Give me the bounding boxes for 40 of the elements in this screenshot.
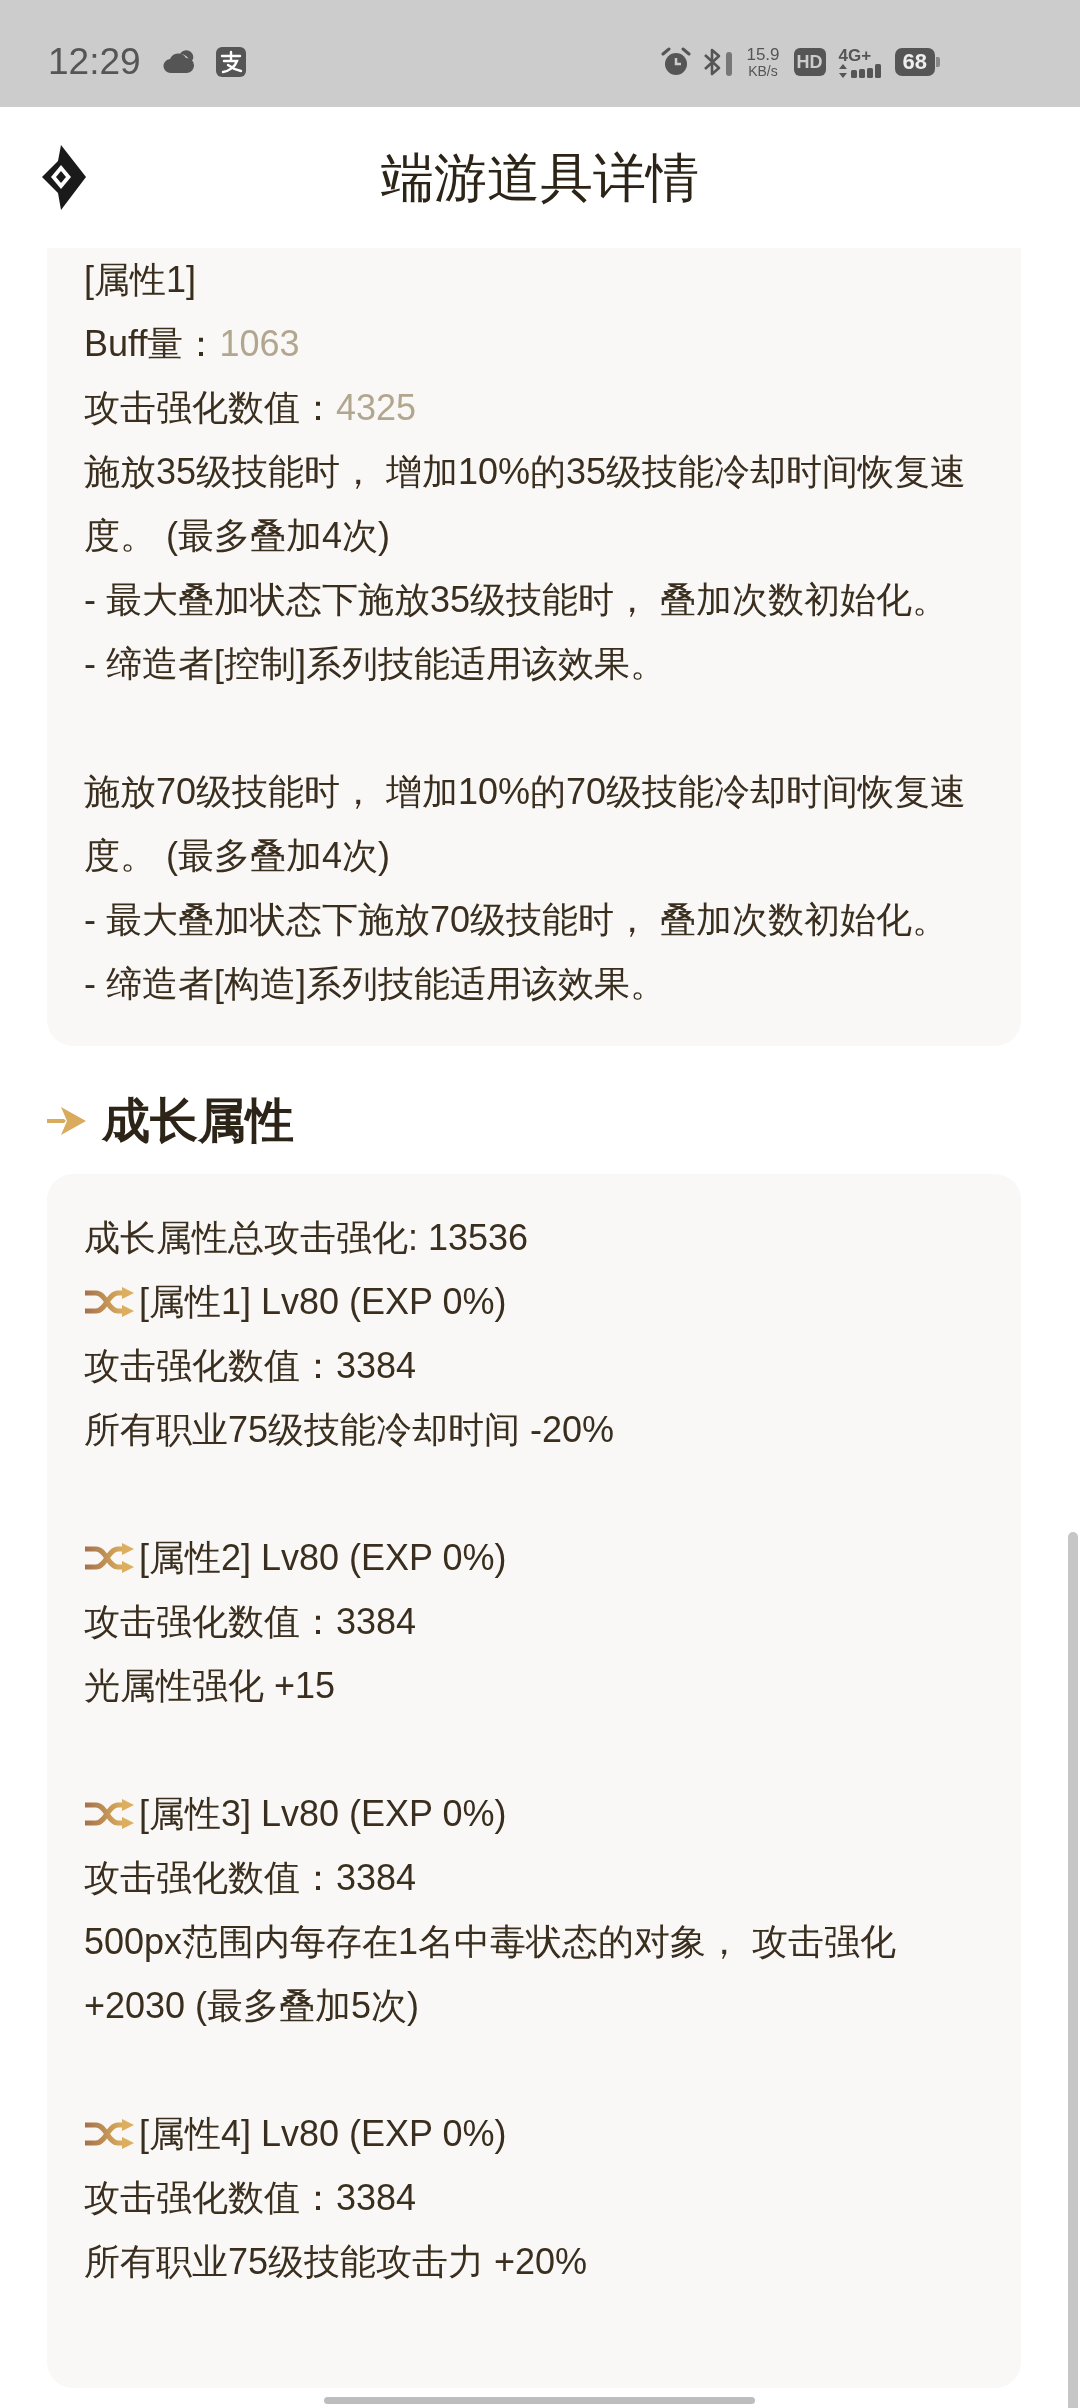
shuffle-icon — [84, 2119, 134, 2149]
attribute-text: 所有职业75级技能冷却时间 -20% — [84, 1408, 616, 1452]
attribute-title: [属性2] Lv80 (EXP 0%) — [139, 1536, 507, 1580]
card-text-line: - 最大叠加状态下施放35级技能时， 叠加次数初始化。 — [84, 578, 950, 622]
card-text-line: 施放35级技能时， 增加10%的35级技能冷却时间恢复速度。 (最多叠加4次) — [84, 450, 968, 558]
attribute-text: 攻击强化数值：3384 — [84, 2176, 418, 2220]
summary-text: 成长属性总攻击强化: 13536 — [84, 1216, 530, 1260]
battery-indicator: 68 — [894, 48, 940, 76]
attribute-title: [属性3] Lv80 (EXP 0%) — [139, 1792, 507, 1836]
shuffle-icon — [84, 1287, 134, 1317]
shuffle-icon — [84, 1543, 134, 1573]
stat-value: 4325 — [336, 386, 417, 430]
card-text-line: - 缔造者[控制]系列技能适用该效果。 — [84, 642, 667, 686]
hd-badge: HD — [793, 48, 826, 76]
shuffle-icon — [84, 1799, 134, 1829]
net-speed-unit: KB/s — [748, 62, 778, 79]
network-type: 4G+ — [838, 46, 872, 64]
status-time: 12:29 — [48, 40, 141, 84]
arrow-icon — [47, 1107, 86, 1135]
attribute-text: 所有职业75级技能攻击力 +20% — [84, 2240, 589, 2284]
card-text-line: [属性1] — [84, 258, 198, 302]
alarm-icon — [661, 47, 692, 77]
card-text-line: 施放70级技能时， 增加10%的70级技能冷却时间恢复速度。 (最多叠加4次) — [84, 770, 968, 878]
page-title: 端游道具详情 — [381, 146, 699, 209]
stat-label: 攻击强化数值： — [84, 386, 336, 430]
app-notification-icon — [215, 47, 246, 77]
attribute-text: 攻击强化数值：3384 — [84, 1856, 418, 1900]
attribute-title: [属性1] Lv80 (EXP 0%) — [139, 1280, 507, 1324]
card-text-line: - 缔造者[构造]系列技能适用该效果。 — [84, 962, 667, 1006]
card-text-line: - 最大叠加状态下施放70级技能时， 叠加次数初始化。 — [84, 898, 950, 942]
attribute-text: 攻击强化数值：3384 — [84, 1600, 418, 1644]
attribute-title: [属性4] Lv80 (EXP 0%) — [139, 2112, 507, 2156]
stat-value: 1063 — [219, 322, 300, 366]
cloud-icon — [162, 50, 194, 74]
net-speed-value: 15.9 — [746, 45, 780, 63]
section-title: 成长属性 — [102, 1093, 294, 1149]
stat-label: Buff量： — [84, 322, 220, 366]
attribute-text: 500px范围内每存在1名中毒状态的对象， 攻击强化 +2030 (最多叠加5次) — [84, 1920, 898, 2028]
attribute-text: 攻击强化数值：3384 — [84, 1344, 418, 1388]
attribute-text: 光属性强化 +15 — [84, 1664, 337, 1708]
